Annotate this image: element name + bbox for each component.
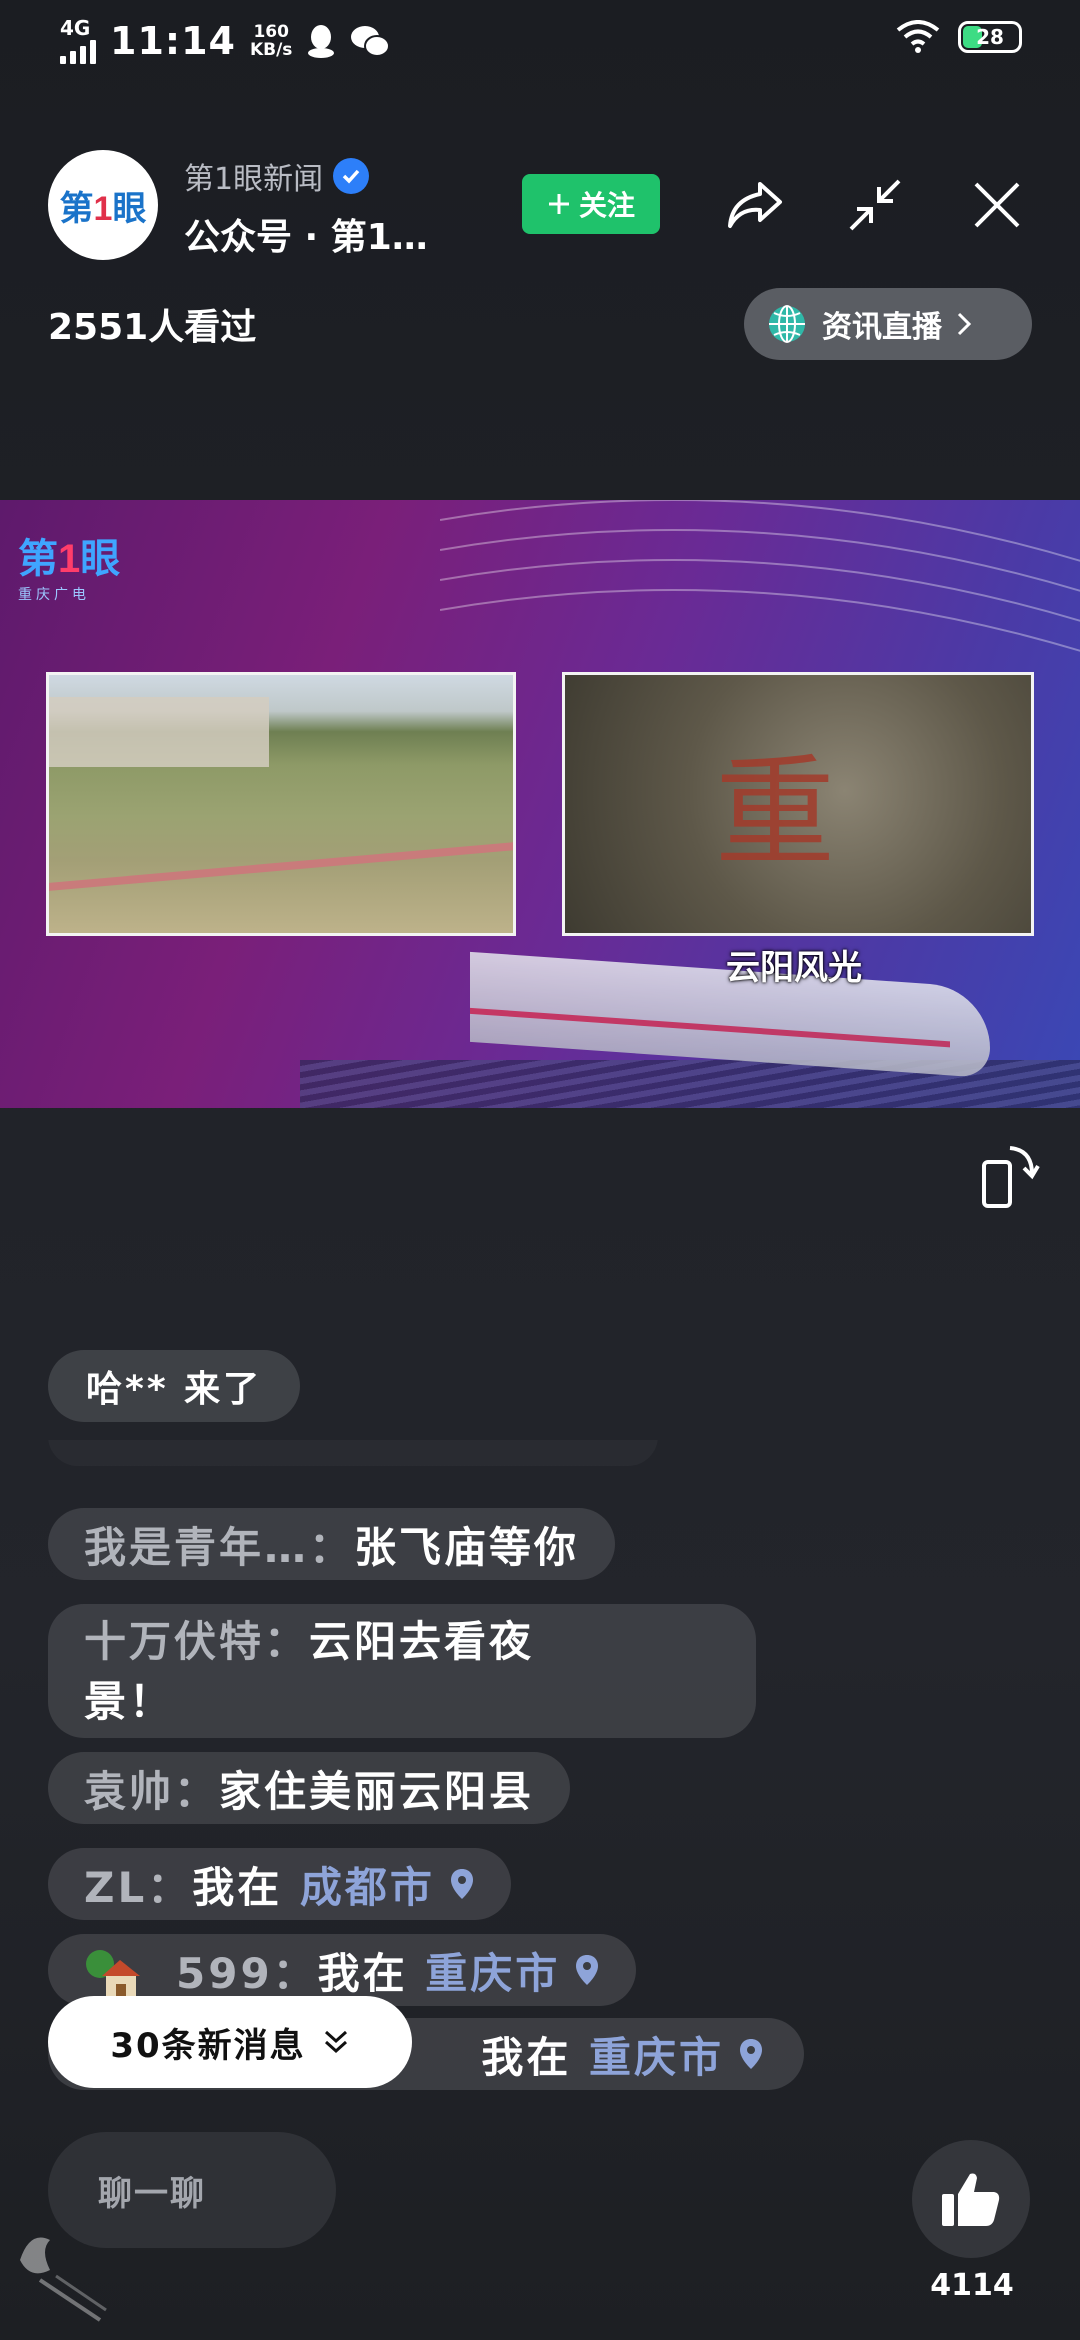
rock-carving-photo: 重 [562,672,1034,936]
chat-nickname: ZL： [84,1862,193,1912]
qq-icon [308,25,335,58]
battery-icon: 28 [958,21,1022,53]
like-button[interactable] [912,2140,1030,2258]
like-count: 4114 [930,2268,1014,2303]
chat-message: 袁帅： 家住美丽云阳县 [48,1752,571,1824]
globe-icon [769,305,805,343]
video-player[interactable]: 第1眼 重庆广电 重 云阳风光 [0,500,1080,1108]
chat-text: 我在 [317,1948,426,1998]
account-avatar[interactable]: 第1眼 [48,150,158,260]
landscape-photo [46,672,516,936]
chat-text: 我在 [481,2032,589,2082]
chat-text: 张飞庙等你 [354,1522,580,1572]
location-pin-icon [740,2039,762,2069]
network-speed: 160 KB/s [250,23,292,59]
chat-nickname: 十万伏特： [84,1617,310,1666]
clock: 11:14 [110,19,236,63]
chat-message: 十万伏特：云阳去看夜 景！ [48,1604,756,1738]
chat-location: 重庆市 [588,2032,724,2082]
chat-message: ZL： 我在 成都市 [48,1848,511,1920]
chevron-right-icon [957,312,972,336]
viewer-count: 2551人看过 [48,307,257,348]
chat-nickname: 袁帅： [84,1766,220,1816]
signal-indicator: 4G [60,18,96,64]
chat-text-continued: 景！ [84,1677,175,1726]
wifi-icon [896,20,940,53]
double-chevron-down-icon [324,2030,347,2054]
share-button[interactable] [720,170,790,240]
account-subtitle: 公众号 · 第1… [184,217,428,258]
minimize-button[interactable] [840,170,910,240]
status-left: 4G 11:14 160 KB/s [60,18,391,64]
rotate-screen-button[interactable] [980,1142,1040,1212]
share-icon [728,182,782,228]
status-right: 28 [896,20,1022,54]
plus-icon [548,194,569,214]
account-logo: 第1眼 [59,189,147,228]
rotate-screen-icon [982,1146,1040,1208]
verified-icon [333,158,370,194]
new-messages-button[interactable]: 30条新消息 [48,1996,412,2088]
broadcaster-logo: 第1眼 重庆广电 [18,537,121,602]
chat-text: 我在 [192,1862,300,1912]
wechat-icon [351,26,391,57]
battery-level: 28 [976,25,1004,49]
thumbs-up-icon [942,2173,1000,2226]
chat-text: 云阳去看夜 [309,1617,535,1666]
follow-button[interactable]: 关注 [522,174,660,234]
chat-text: 家住美丽云阳县 [219,1766,535,1816]
location-pin-icon [450,1869,473,1899]
watermark-logo [20,2237,107,2322]
close-icon [974,182,1020,228]
chat-message: 我是青年…： 张飞庙等你 [48,1508,616,1580]
speed-value: 160 [253,22,289,42]
live-pill-label: 资讯直播 [822,310,942,345]
signal-bars-icon [60,38,96,64]
user-arrival-notice: 哈** 来了 [48,1350,301,1422]
chat-location: 重庆市 [425,1948,561,1998]
minimize-icon [849,179,901,231]
chat-location: 成都市 [299,1862,435,1912]
location-pin-icon [576,1955,599,1985]
network-type: 4G [60,16,91,40]
chat-nickname: 599： [176,1948,318,1998]
speed-unit: KB/s [249,40,293,60]
account-name-row[interactable]: 第1眼新闻 [184,154,370,198]
follow-label: 关注 [578,189,635,222]
close-button[interactable] [962,170,1032,240]
account-name: 第1眼新闻 [184,162,324,197]
live-channel-button[interactable]: 资讯直播 [744,288,1032,360]
faded-message [48,1440,658,1480]
new-messages-label: 30条新消息 [110,2025,306,2066]
status-bar: 4G 11:14 160 KB/s 28 [0,0,1080,80]
chat-nickname: 我是青年…： [84,1522,355,1572]
video-caption: 云阳风光 [726,948,862,988]
